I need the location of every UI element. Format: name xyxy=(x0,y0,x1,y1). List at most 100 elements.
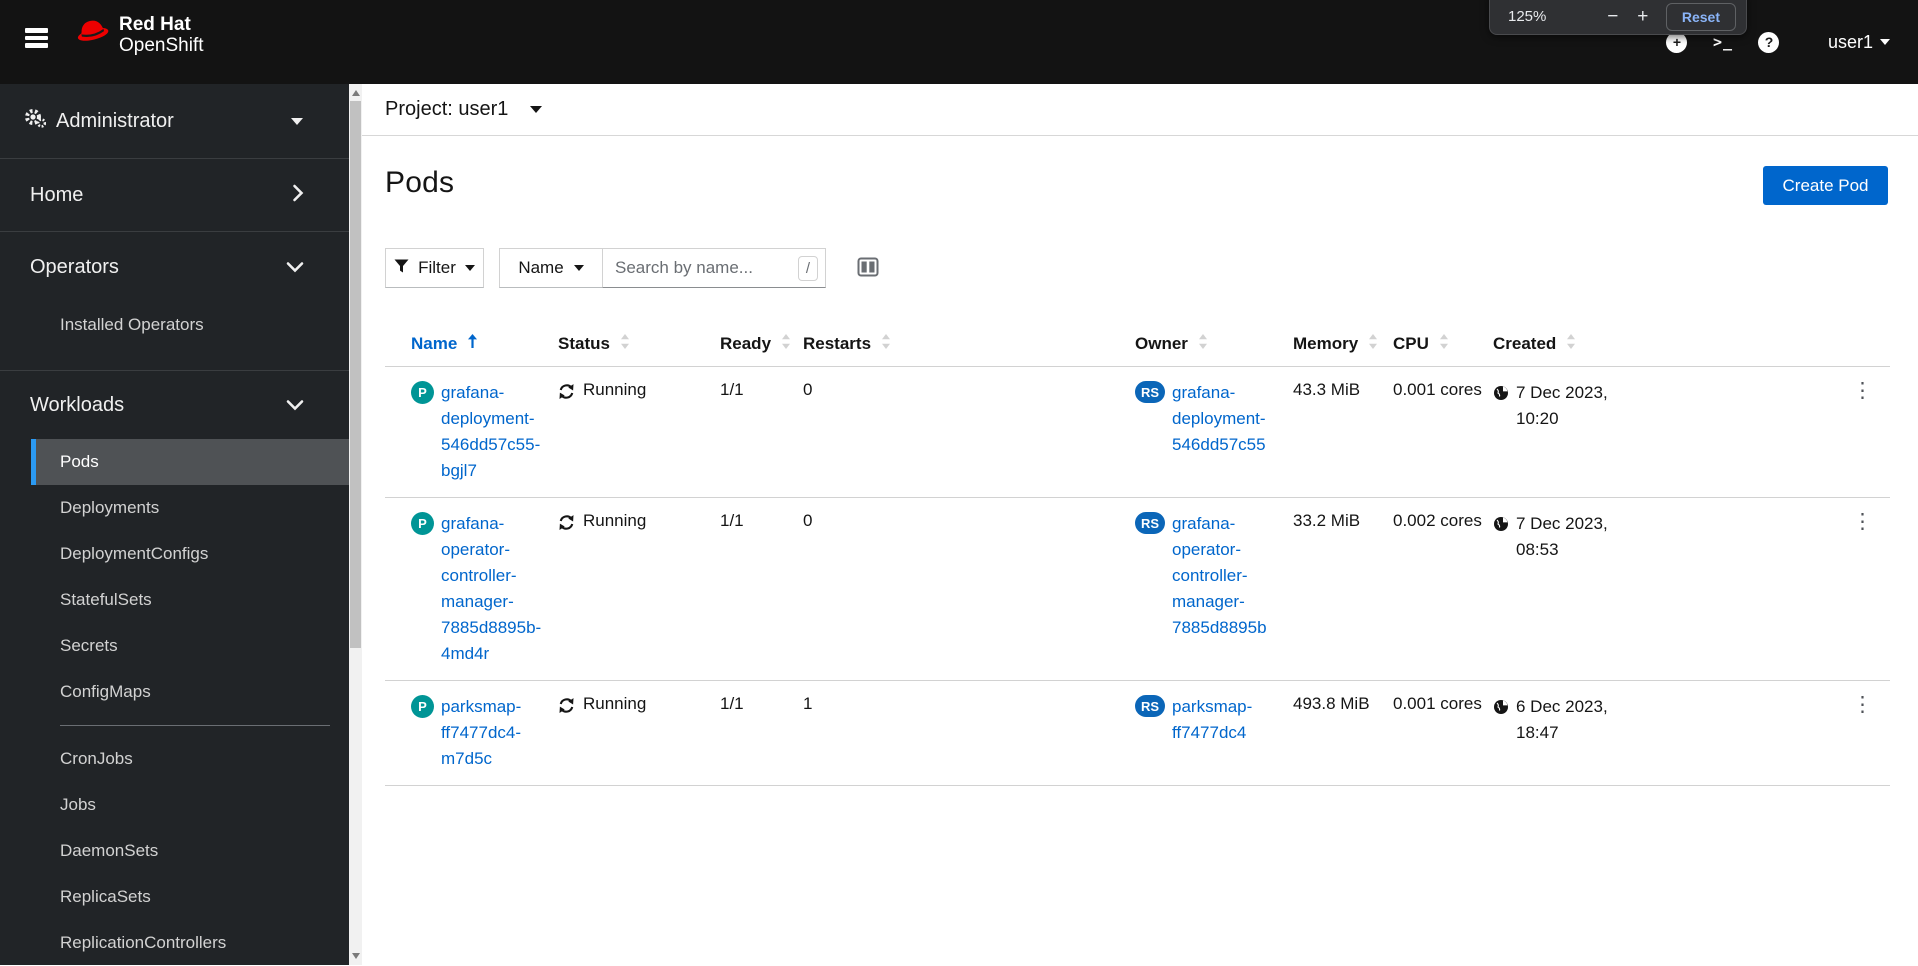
replicaset-badge: RS xyxy=(1135,381,1165,403)
brand-logo[interactable]: Red Hat OpenShift xyxy=(74,12,204,57)
sidebar-item-deploymentconfigs[interactable]: DeploymentConfigs xyxy=(0,531,349,577)
owner-link[interactable]: grafana-deployment-546dd57c55 xyxy=(1172,380,1293,458)
table-row: P grafana-operator-controller-manager-78… xyxy=(385,498,1890,681)
keyboard-shortcut-hint: / xyxy=(798,256,818,281)
pod-name-link[interactable]: grafana-deployment-546dd57c55-bgjl7 xyxy=(441,380,558,484)
scroll-up-icon[interactable] xyxy=(352,90,360,96)
sort-ascending-icon[interactable] xyxy=(467,334,478,354)
pod-name-link[interactable]: parksmap-ff7477dc4-m7d5c xyxy=(441,694,558,772)
sidebar-item-replicasets[interactable]: ReplicaSets xyxy=(0,874,349,920)
kebab-menu-icon[interactable]: ⋮ xyxy=(1844,380,1881,401)
replicaset-badge: RS xyxy=(1135,695,1165,717)
page-title: Pods xyxy=(385,166,455,199)
ready-value: 1/1 xyxy=(720,380,744,399)
column-header-cpu[interactable]: CPU xyxy=(1393,334,1429,354)
column-header-name[interactable]: Name xyxy=(411,334,457,354)
sync-running-icon xyxy=(558,694,575,719)
sort-icon[interactable] xyxy=(1439,334,1449,354)
sidebar-item-pods[interactable]: Pods xyxy=(31,439,349,485)
kebab-menu-icon[interactable]: ⋮ xyxy=(1844,694,1881,715)
scroll-down-icon[interactable] xyxy=(352,953,360,959)
column-header-created[interactable]: Created xyxy=(1493,334,1556,354)
sort-icon[interactable] xyxy=(781,334,791,354)
sidebar-nav: Administrator Home Operators Installed O… xyxy=(0,84,349,965)
sidebar-scrollbar[interactable] xyxy=(349,84,362,965)
nav-section-label: Home xyxy=(30,184,84,206)
search-group: Name / xyxy=(499,248,826,288)
cpu-value: 0.002 cores xyxy=(1393,511,1482,530)
filter-label: Filter xyxy=(418,258,456,277)
zoom-reset-button[interactable]: Reset xyxy=(1665,2,1736,31)
nav-section-operators: Operators Installed Operators xyxy=(0,232,349,371)
column-header-ready[interactable]: Ready xyxy=(720,334,771,354)
sidebar-item-installed-operators[interactable]: Installed Operators xyxy=(0,302,349,348)
globe-timestamp-icon xyxy=(1493,694,1509,720)
sidebar-item-deployments[interactable]: Deployments xyxy=(0,485,349,531)
sidebar-item-replicationcontrollers[interactable]: ReplicationControllers xyxy=(0,920,349,966)
sort-icon[interactable] xyxy=(1198,334,1208,354)
created-timestamp: 7 Dec 2023, 08:53 xyxy=(1516,514,1608,559)
scrollbar-thumb[interactable] xyxy=(350,101,361,648)
sidebar-item-daemonsets[interactable]: DaemonSets xyxy=(0,828,349,874)
brand-text: Red Hat OpenShift xyxy=(119,14,204,56)
project-selector-label: Project: user1 xyxy=(385,98,509,120)
pod-name-link[interactable]: grafana-operator-controller-manager-7885… xyxy=(441,511,558,667)
chevron-down-icon xyxy=(286,394,304,417)
chevron-down-icon xyxy=(573,265,584,271)
pod-badge: P xyxy=(411,381,434,404)
owner-link[interactable]: parksmap-ff7477dc4 xyxy=(1172,694,1293,746)
web-terminal-button[interactable]: >_ xyxy=(1700,33,1746,51)
column-header-owner[interactable]: Owner xyxy=(1135,334,1188,354)
sidebar-item-operators[interactable]: Operators xyxy=(0,232,349,302)
brand-line2: OpenShift xyxy=(119,34,204,56)
sidebar-item-jobs[interactable]: Jobs xyxy=(0,782,349,828)
cpu-value: 0.001 cores xyxy=(1393,694,1482,713)
help-button[interactable]: ? xyxy=(1746,31,1792,53)
nav-section-label: Operators xyxy=(30,255,119,278)
filter-dropdown[interactable]: Filter xyxy=(385,248,484,288)
sync-running-icon xyxy=(558,380,575,405)
sort-icon[interactable] xyxy=(881,334,891,354)
column-header-restarts[interactable]: Restarts xyxy=(803,334,871,354)
list-toolbar: Filter Name / xyxy=(385,248,1918,288)
sidebar-item-configmaps[interactable]: ConfigMaps xyxy=(0,669,349,715)
help-icon: ? xyxy=(1758,31,1780,53)
search-attribute-dropdown[interactable]: Name xyxy=(499,248,602,288)
create-pod-button[interactable]: Create Pod xyxy=(1763,166,1888,205)
sidebar-item-home[interactable]: Home xyxy=(0,159,349,232)
ready-value: 1/1 xyxy=(720,511,744,530)
memory-value: 43.3 MiB xyxy=(1293,380,1361,399)
perspective-switcher[interactable]: Administrator xyxy=(0,84,349,159)
browser-zoom-popup: 125% − + Reset xyxy=(1489,0,1747,35)
owner-link[interactable]: grafana-operator-controller-manager-7885… xyxy=(1172,511,1293,641)
created-timestamp: 7 Dec 2023, 10:20 xyxy=(1516,383,1608,428)
manage-columns-button[interactable] xyxy=(857,257,879,282)
zoom-out-button[interactable]: − xyxy=(1598,6,1628,28)
filter-icon xyxy=(394,258,409,278)
sort-icon[interactable] xyxy=(1566,334,1576,354)
replicaset-badge: RS xyxy=(1135,512,1165,534)
column-header-status[interactable]: Status xyxy=(558,334,610,354)
table-header-row: Name Status Ready Restarts Owner Memory … xyxy=(385,324,1890,367)
chevron-down-icon xyxy=(530,106,543,113)
sidebar-item-cronjobs[interactable]: CronJobs xyxy=(0,736,349,782)
columns-icon xyxy=(857,257,879,277)
nav-section-label: Workloads xyxy=(30,393,125,416)
pod-badge: P xyxy=(411,512,434,535)
page-header: Pods Create Pod xyxy=(362,136,1918,205)
sidebar-item-workloads[interactable]: Workloads xyxy=(0,371,349,439)
column-header-memory[interactable]: Memory xyxy=(1293,334,1358,354)
menu-toggle-icon[interactable] xyxy=(25,28,49,48)
project-selector[interactable]: Project: user1 xyxy=(362,84,1918,136)
search-input[interactable] xyxy=(602,248,826,288)
cogs-icon xyxy=(24,108,47,134)
sidebar-item-statefulsets[interactable]: StatefulSets xyxy=(0,577,349,623)
chevron-down-icon xyxy=(1880,39,1890,45)
zoom-level-value: 125% xyxy=(1508,8,1547,25)
user-menu[interactable]: user1 xyxy=(1828,32,1890,53)
kebab-menu-icon[interactable]: ⋮ xyxy=(1844,511,1881,532)
sort-icon[interactable] xyxy=(620,334,630,354)
sidebar-item-secrets[interactable]: Secrets xyxy=(0,623,349,669)
zoom-in-button[interactable]: + xyxy=(1628,6,1658,28)
sort-icon[interactable] xyxy=(1368,334,1378,354)
